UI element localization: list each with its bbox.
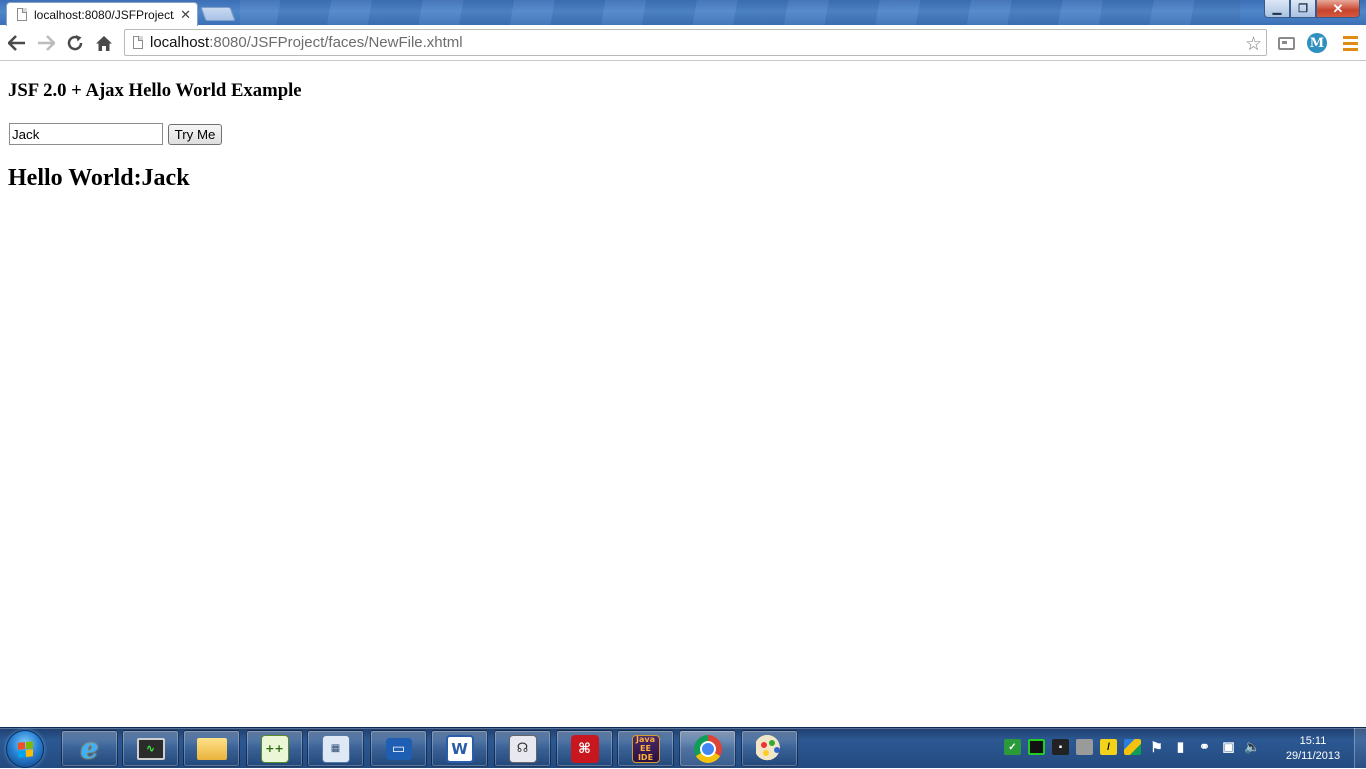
system-monitor-icon: ∿ [136, 737, 165, 760]
taskbar-app-internet-explorer[interactable]: e [61, 730, 118, 767]
browser-tab[interactable]: localhost:8080/JSFProject/ ✕ [6, 2, 198, 26]
eclipse-icon: ☊ [508, 734, 537, 763]
reload-icon[interactable] [65, 33, 85, 53]
internet-explorer-icon: e [80, 732, 99, 765]
new-tab-button[interactable] [200, 7, 236, 21]
home-icon[interactable] [94, 33, 114, 53]
calculator-icon: ▦ [321, 734, 350, 763]
start-button[interactable] [6, 730, 44, 768]
monitor-tray-icon[interactable] [1028, 739, 1045, 755]
forward-arrow-icon[interactable] [36, 33, 56, 53]
chrome-menu-icon[interactable] [1340, 33, 1360, 53]
close-window-button[interactable]: ✕ [1316, 0, 1360, 18]
taskbar-app-google-chrome[interactable] [679, 730, 736, 767]
taskbar-app-windows-explorer[interactable] [183, 730, 240, 767]
bookmark-star-icon[interactable]: ☆ [1245, 33, 1262, 56]
extension-m-icon[interactable]: M [1307, 33, 1327, 53]
network-manager-icon[interactable]: ▪ [1052, 739, 1069, 755]
notepad-plus-plus-icon: ++ [260, 734, 289, 763]
taskbar-app-paint[interactable] [741, 730, 798, 767]
extension-window-icon[interactable] [1276, 33, 1296, 53]
try-me-button[interactable]: Try Me [168, 124, 222, 145]
taskbar-app-calculator[interactable]: ▦ [307, 730, 364, 767]
taskbar-app-microsoft-word[interactable]: W [431, 730, 488, 767]
address-bar[interactable]: localhost:8080/JSFProject/faces/NewFile.… [124, 29, 1267, 56]
clock-date: 29/11/2013 [1285, 750, 1341, 762]
hello-output: Hello World:Jack [8, 165, 190, 191]
taskbar-app-eclipse[interactable]: ☊ [494, 730, 551, 767]
taskbar-app-adobe-reader[interactable]: ⌘ [556, 730, 613, 767]
remote-desktop-icon: ▭ [385, 737, 412, 760]
show-desktop-button[interactable] [1354, 728, 1366, 769]
windows-logo-icon [17, 740, 33, 758]
google-drive-icon[interactable] [1124, 739, 1141, 755]
taskbar-app-java-ee-ide[interactable]: Java EE IDE [617, 730, 674, 767]
volume-icon[interactable]: 🔈 [1244, 739, 1261, 755]
usb-device-icon[interactable]: ▮ [1172, 739, 1189, 755]
back-arrow-icon[interactable] [7, 33, 27, 53]
windows-explorer-icon [196, 737, 227, 760]
tab-title: localhost:8080/JSFProject/ [34, 7, 175, 22]
microsoft-word-icon: W [445, 734, 474, 763]
page-content: JSF 2.0 + Ajax Hello World Example Try M… [0, 61, 1366, 727]
link-tray-icon[interactable]: ⚭ [1196, 739, 1213, 755]
tab-close-icon[interactable]: ✕ [180, 8, 191, 21]
maximize-button[interactable]: ❐ [1290, 0, 1316, 18]
url-host: localhost [150, 34, 210, 51]
taskbar-app-system-monitor[interactable]: ∿ [122, 730, 179, 767]
paint-icon [755, 734, 784, 763]
page-icon [133, 36, 143, 49]
lightning-tray-icon[interactable]: / [1100, 739, 1117, 755]
windows-taskbar: e ∿ ++ ▦ ▭ W ☊ ⌘ Java EE IDE ✓ ▪ / ⚑ ▮ ⚭… [0, 727, 1366, 769]
network-icon[interactable]: ▣ [1220, 739, 1237, 755]
page-title: JSF 2.0 + Ajax Hello World Example [8, 80, 302, 101]
google-chrome-icon [693, 734, 722, 763]
url-path: :8080/JSFProject/faces/NewFile.xhtml [209, 34, 463, 51]
security-check-icon[interactable]: ✓ [1004, 739, 1021, 755]
name-input[interactable] [9, 123, 163, 145]
taskbar-app-remote-desktop[interactable]: ▭ [370, 730, 427, 767]
browser-toolbar: localhost:8080/JSFProject/faces/NewFile.… [0, 25, 1366, 61]
window-controls: ▁ ❐ ✕ [1264, 0, 1360, 18]
clock-time: 15:11 [1299, 735, 1327, 747]
adobe-reader-icon: ⌘ [570, 734, 599, 763]
taskbar-app-notepad-plus-plus[interactable]: ++ [246, 730, 303, 767]
page-icon [17, 8, 27, 21]
taskbar-clock[interactable]: 15:11 29/11/2013 [1278, 734, 1348, 764]
java-ee-ide-icon: Java EE IDE [631, 734, 660, 763]
action-center-flag-icon[interactable]: ⚑ [1148, 739, 1165, 755]
minimize-button[interactable]: ▁ [1264, 0, 1290, 18]
system-tray: ✓ ▪ / ⚑ ▮ ⚭ ▣ 🔈 [1004, 739, 1261, 755]
display-tray-icon[interactable] [1076, 739, 1093, 755]
